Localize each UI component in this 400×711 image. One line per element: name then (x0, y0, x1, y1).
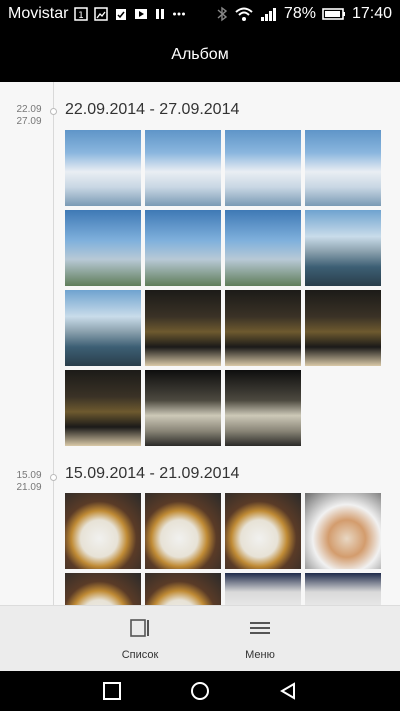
more-dots-icon (172, 7, 186, 21)
photo-thumbnail[interactable] (65, 370, 141, 446)
timeline-dot (50, 108, 57, 115)
menu-button[interactable]: Меню (160, 606, 360, 672)
battery-percent: 78% (283, 5, 316, 22)
clipboard-check-icon (114, 7, 128, 21)
section-1-mini-to: 27.09 (16, 116, 42, 127)
section-2-range-title[interactable]: 15.09.2014 - 21.09.2014 (65, 465, 239, 483)
photo-thumbnail[interactable] (225, 210, 301, 286)
svg-text:1: 1 (79, 11, 85, 21)
section-2-mini-dates: 15.09 21.09 (12, 470, 46, 494)
back-square-icon[interactable] (101, 680, 123, 702)
app-bar: Альбом (0, 28, 400, 82)
timeline-line (53, 82, 54, 605)
photo-thumbnail[interactable] (65, 210, 141, 286)
photo-thumbnail[interactable] (305, 493, 381, 569)
gallery-icon (94, 7, 109, 21)
bluetooth-icon (216, 6, 228, 22)
youtube-icon (134, 7, 148, 21)
photo-thumbnail[interactable] (225, 493, 301, 569)
section-1-mini-from: 22.09 (16, 104, 42, 115)
wifi-icon (234, 6, 254, 22)
photo-thumbnail[interactable] (305, 210, 381, 286)
signal-icon (260, 6, 278, 22)
battery-icon (322, 6, 346, 22)
pause-icon (154, 7, 166, 21)
back-triangle-icon[interactable] (277, 680, 299, 702)
list-view-label: Список (121, 648, 159, 661)
section-1-mini-dates: 22.09 27.09 (12, 104, 46, 128)
timeline-dot (50, 474, 57, 481)
photo-thumbnail[interactable] (145, 493, 221, 569)
photo-thumbnail[interactable] (65, 290, 141, 366)
photo-thumbnail[interactable] (305, 573, 381, 605)
home-circle-icon[interactable] (189, 680, 211, 702)
bottom-toolbar: Список Меню (0, 605, 400, 671)
section-2-mini-to: 21.09 (16, 482, 42, 493)
sim-icon: 1 (74, 7, 89, 21)
photo-thumbnail[interactable] (65, 573, 141, 605)
photo-thumbnail[interactable] (305, 130, 381, 206)
page-title: Альбом (171, 46, 229, 63)
status-bar: Movistar 1 78% 17:40 (0, 0, 400, 28)
status-left: Movistar 1 (8, 5, 186, 23)
photo-thumbnail[interactable] (65, 130, 141, 206)
section-1-range-title[interactable]: 22.09.2014 - 27.09.2014 (65, 101, 239, 119)
album-content[interactable]: 22.09 27.09 22.09.2014 - 27.09.2014 15.0… (0, 82, 400, 605)
menu-icon (249, 618, 271, 641)
photo-thumbnail[interactable] (145, 130, 221, 206)
photo-thumbnail[interactable] (65, 493, 141, 569)
carrier-name: Movistar (8, 5, 69, 22)
photo-thumbnail[interactable] (225, 290, 301, 366)
section-2-mini-from: 15.09 (16, 470, 42, 481)
status-time: 17:40 (351, 5, 392, 22)
menu-label: Меню (245, 648, 275, 661)
status-right: 78% 17:40 (216, 5, 392, 23)
photo-thumbnail[interactable] (145, 210, 221, 286)
photo-thumbnail[interactable] (225, 370, 301, 446)
photo-thumbnail[interactable] (145, 370, 221, 446)
list-view-icon (129, 618, 151, 641)
photo-thumbnail[interactable] (225, 130, 301, 206)
system-navigation-bar (0, 671, 400, 711)
photo-thumbnail[interactable] (305, 290, 381, 366)
photo-thumbnail[interactable] (145, 290, 221, 366)
photo-thumbnail[interactable] (145, 573, 221, 605)
photo-thumbnail[interactable] (225, 573, 301, 605)
